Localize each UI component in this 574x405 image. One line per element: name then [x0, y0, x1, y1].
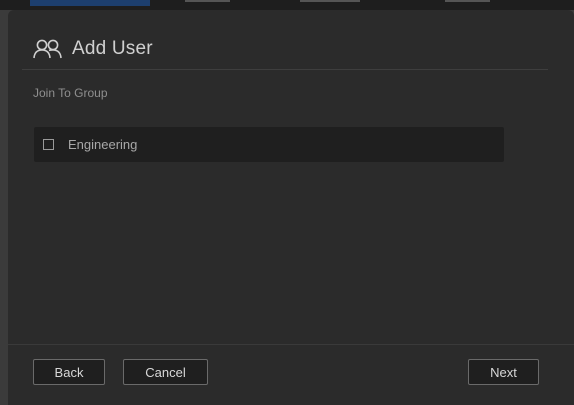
engineering-checkbox[interactable]: [43, 139, 54, 150]
back-button[interactable]: Back: [33, 359, 105, 385]
background-nav-item: [300, 0, 360, 2]
dialog-title: Add User: [72, 38, 153, 59]
cancel-button[interactable]: Cancel: [123, 359, 208, 385]
users-icon: [32, 38, 64, 60]
footer-divider: [8, 344, 574, 345]
dialog-header: Add User: [32, 34, 153, 64]
add-user-dialog: Add User Join To Group Engineering Back …: [8, 10, 574, 405]
background-app-header: [0, 0, 574, 10]
header-divider: [22, 69, 548, 70]
background-nav-item: [185, 0, 230, 2]
next-button[interactable]: Next: [468, 359, 539, 385]
background-app-logo-area: [30, 0, 150, 6]
group-label: Engineering: [68, 137, 138, 152]
section-label-join-to-group: Join To Group: [33, 86, 108, 100]
group-option-engineering[interactable]: Engineering: [34, 127, 504, 162]
background-nav-item: [445, 0, 490, 2]
